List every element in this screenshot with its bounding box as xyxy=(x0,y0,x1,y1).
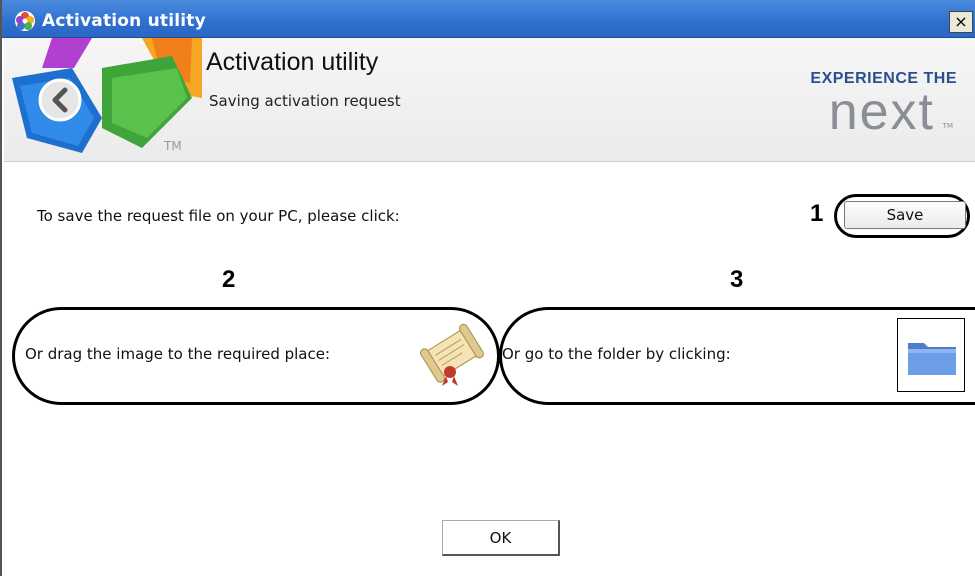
drag-prompt: Or drag the image to the required place: xyxy=(25,345,331,363)
step-number-1: 1 xyxy=(810,200,824,227)
folder-icon xyxy=(908,343,956,375)
logo-tm: TM xyxy=(163,139,182,153)
brand-name: next xyxy=(828,83,935,141)
open-folder-button[interactable] xyxy=(897,318,965,392)
back-arrow-icon[interactable] xyxy=(38,78,82,122)
window-title: Activation utility xyxy=(42,11,206,31)
product-logo: TM xyxy=(12,38,202,153)
step-number-3: 3 xyxy=(730,266,744,293)
save-prompt: To save the request file on your PC, ple… xyxy=(37,207,400,225)
close-button[interactable]: × xyxy=(949,11,973,33)
header-subtitle: Saving activation request xyxy=(209,92,401,110)
brand-tm: TM xyxy=(942,122,953,130)
header-banner: TM Activation utility Saving activation … xyxy=(4,38,975,162)
ok-button[interactable]: OK xyxy=(442,520,560,556)
folder-prompt: Or go to the folder by clicking: xyxy=(502,345,731,363)
title-bar[interactable]: Activation utility × xyxy=(2,0,975,38)
header-title: Activation utility xyxy=(206,48,379,76)
scroll-document-icon[interactable] xyxy=(416,320,490,390)
app-logo-icon xyxy=(15,11,35,31)
save-button[interactable]: Save xyxy=(844,201,966,229)
activation-utility-window: Activation utility × TM Activation utili… xyxy=(0,0,975,576)
brand-logo: EXPERIENCE THE next TM xyxy=(787,68,957,141)
step-number-2: 2 xyxy=(222,266,236,293)
